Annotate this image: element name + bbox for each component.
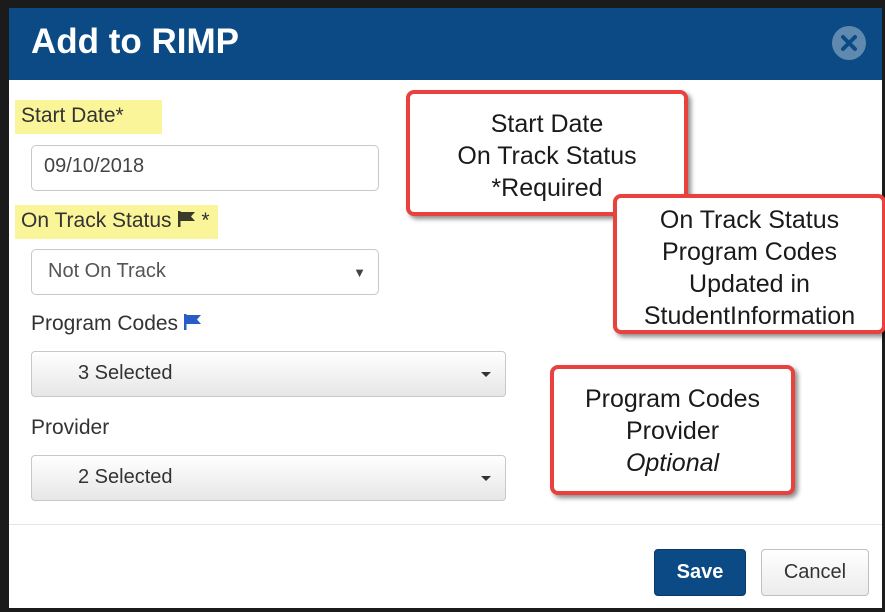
flag-icon <box>177 211 195 228</box>
footer-divider <box>9 524 882 525</box>
program-codes-value: 3 Selected <box>78 362 173 384</box>
on-track-status-select[interactable]: Not On Track ▼ <box>31 249 379 295</box>
on-track-status-value: Not On Track <box>48 260 166 282</box>
start-date-input[interactable]: 09/10/2018 <box>31 145 379 191</box>
program-codes-multiselect[interactable]: 3 Selected <box>31 351 506 397</box>
callout-updated-fields: On Track Status Program Codes Updated in… <box>613 194 885 334</box>
dialog-title: Add to RIMP <box>31 22 240 61</box>
provider-multiselect[interactable]: 2 Selected <box>31 455 506 501</box>
program-codes-label: Program Codes <box>31 312 202 336</box>
flag-icon <box>184 314 202 331</box>
required-mark: * <box>201 209 210 232</box>
provider-value: 2 Selected <box>78 466 173 488</box>
on-track-status-label-text: On Track Status <box>21 209 172 232</box>
select-caret: ▼ <box>353 265 366 280</box>
on-track-status-label: On Track Status * <box>15 205 218 239</box>
close-button[interactable] <box>832 26 866 60</box>
cancel-button[interactable]: Cancel <box>761 549 869 596</box>
start-date-label: Start Date* <box>15 100 162 134</box>
start-date-value: 09/10/2018 <box>44 155 145 177</box>
dialog-header: Add to RIMP <box>9 0 882 80</box>
add-to-rimp-dialog: Add to RIMP Start Date* 09/10/2018 On Tr… <box>0 0 885 612</box>
callout-optional-fields: Program Codes Provider Optional <box>550 365 795 495</box>
circle-x-icon <box>841 35 857 51</box>
chevron-down-icon <box>481 372 491 377</box>
save-button[interactable]: Save <box>654 549 746 596</box>
provider-label: Provider <box>31 416 110 439</box>
chevron-down-icon <box>481 476 491 481</box>
